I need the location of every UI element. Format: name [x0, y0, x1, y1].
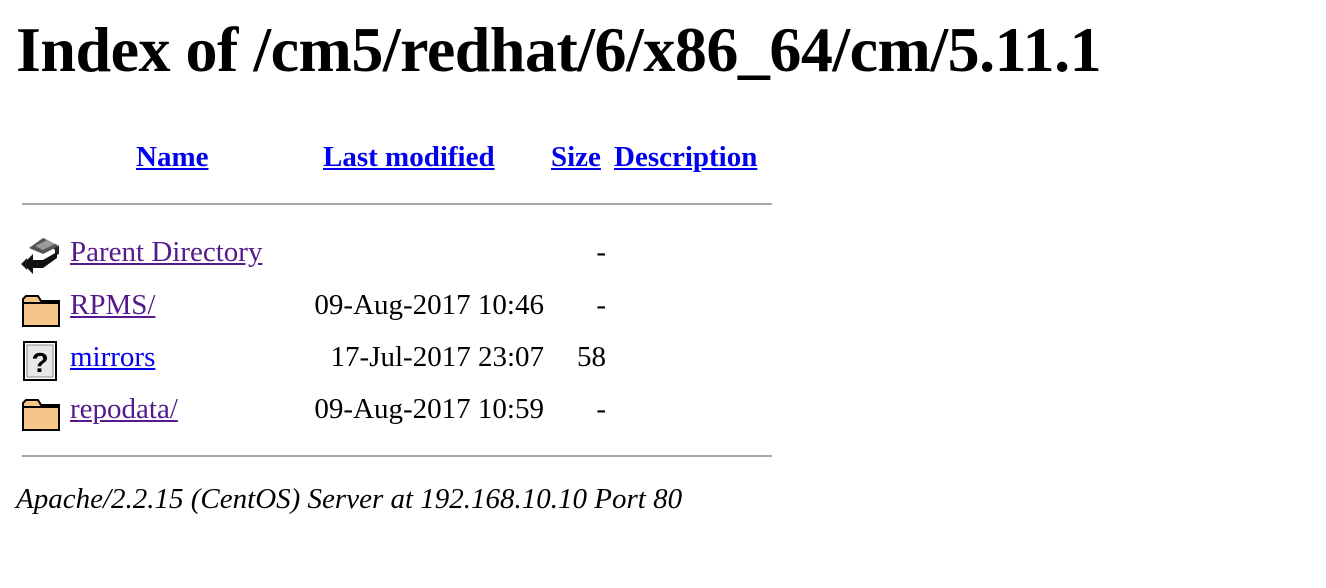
svg-text:?: ?: [31, 347, 48, 378]
parent-directory-link[interactable]: Parent Directory: [70, 232, 262, 272]
last-modified-cell: 09-Aug-2017 10:46: [314, 289, 544, 321]
folder-icon: [21, 393, 61, 433]
header-divider: [22, 203, 772, 205]
server-signature: Apache/2.2.15 (CentOS) Server at 192.168…: [16, 483, 683, 515]
footer-divider: [22, 455, 772, 457]
last-modified-cell: 09-Aug-2017 10:59: [314, 393, 544, 425]
sort-by-name-link[interactable]: Name: [136, 138, 208, 176]
page-title: Index of /cm5/redhat/6/x86_64/cm/5.11.1: [16, 14, 1102, 85]
listing-row: repodata/ 09-Aug-2017 10:59 -: [0, 389, 800, 433]
rpms-folder-link[interactable]: RPMS/: [70, 285, 155, 325]
listing-row: RPMS/ 09-Aug-2017 10:46 -: [0, 285, 800, 329]
listing-row: ? mirrors 17-Jul-2017 23:07 58: [0, 337, 800, 381]
sort-by-size-link[interactable]: Size: [551, 138, 601, 176]
unknown-file-icon: ?: [21, 341, 61, 381]
size-cell: -: [596, 393, 606, 425]
sort-by-description-link[interactable]: Description: [614, 138, 757, 176]
sort-by-last-modified-link[interactable]: Last modified: [323, 138, 495, 176]
repodata-folder-link[interactable]: repodata/: [70, 389, 178, 429]
back-icon: [21, 236, 61, 276]
listing-row: Parent Directory -: [0, 232, 800, 276]
size-cell: -: [596, 289, 606, 321]
mirrors-file-link[interactable]: mirrors: [70, 337, 155, 377]
folder-icon: [21, 289, 61, 329]
size-cell: 58: [577, 341, 606, 373]
size-cell: -: [596, 236, 606, 268]
last-modified-cell: 17-Jul-2017 23:07: [330, 341, 544, 373]
